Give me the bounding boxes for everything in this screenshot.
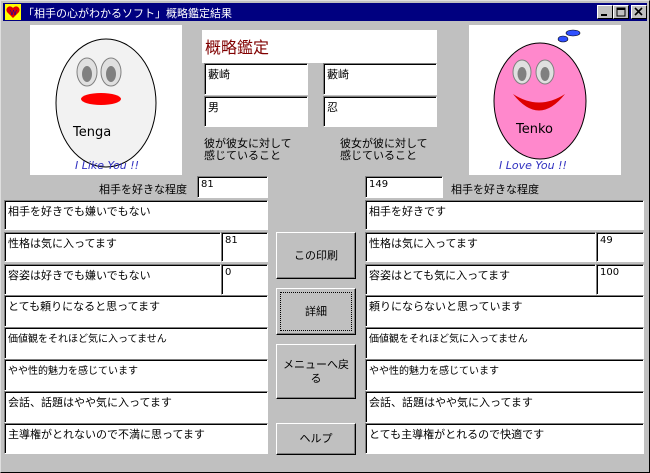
back-to-menu-label-2: る [310,371,322,385]
maximize-icon [616,7,626,17]
right-like-label: 相手を好きな程度 [451,183,539,196]
right-row-appearance: 容姿はとても気に入ってます [365,264,596,295]
title-bar[interactable]: W 「相手の心がわかるソフト」概略鑑定結果 [3,3,647,21]
right-face-caption: I Love You !! [499,159,567,172]
left-row-overall: 相手を好きでも嫌いでもない [4,200,268,230]
minimize-icon [601,14,607,16]
right-caption-line-2: 感じていること [340,149,417,162]
left-row-values: 価値観をそれほど気に入ってません [4,327,268,359]
left-face-caption: I Like You !! [75,159,140,172]
left-row-appearance: 容姿は好きでも嫌いでもない [4,264,221,295]
maximize-button[interactable] [613,5,629,19]
close-icon [634,7,643,16]
main-window: W 「相手の心がわかるソフト」概略鑑定結果 Tenga I Like You !… [0,0,650,473]
right-row-attraction: やや性的魅力を感じています [365,359,644,391]
left-personality-value: 81 [221,232,268,262]
close-button[interactable] [631,5,647,19]
left-face-name: Tenga [73,125,112,140]
left-appearance-value: 0 [221,264,268,295]
right-row-conversation: 会話、話題はやや気に入ってます [365,391,644,423]
right-face-panel: Tenko I Love You !! [469,25,621,175]
left-like-label: 相手を好きな程度 [99,183,187,196]
right-like-value: 149 [365,176,443,198]
right-surname-field: 藪崎 [323,63,437,95]
left-row-attraction: やや性的魅力を感じています [4,359,268,391]
window-title: 「相手の心がわかるソフト」概略鑑定結果 [23,7,232,20]
tenko-face-image [493,29,587,160]
right-given-name-field: 忍 [323,96,437,127]
left-row-reliability: とても頼りになると思ってます [4,295,268,327]
right-row-personality: 性格は気に入ってます [365,232,596,262]
back-to-menu-button[interactable]: メニューへ戻 る [276,344,356,399]
back-to-menu-label-1: メニューへ戻 [283,357,349,371]
app-heart-icon: W [5,4,21,20]
help-button[interactable]: ヘルプ [276,423,356,455]
detail-button[interactable]: 詳細 [276,288,356,335]
left-surname-field: 藪崎 [204,63,308,95]
left-row-personality: 性格は気に入ってます [4,232,221,262]
right-row-reliability: 頼りにならないと思っています [365,295,644,327]
right-face-name: Tenko [516,122,553,137]
left-row-conversation: 会話、話題はやや気に入ってます [4,391,268,423]
left-given-name-field: 男 [204,96,308,127]
left-like-value: 81 [197,176,268,198]
left-face-panel: Tenga I Like You !! [30,25,182,175]
right-appearance-value: 100 [596,264,644,295]
right-row-overall: 相手を好きです [365,200,644,230]
right-row-initiative: とても主導権がとれるので快適です [365,423,644,454]
svg-text:W: W [10,9,17,17]
left-row-initiative: 主導権がとれないので不満に思ってます [4,423,268,454]
page-title: 概略鑑定 [205,38,270,57]
right-row-values: 価値観をそれほど気に入ってません [365,327,644,359]
tenga-face-image [55,38,157,168]
left-caption-line-2: 感じていること [204,149,281,162]
minimize-button[interactable] [597,5,613,19]
header-title-panel: 概略鑑定 [202,30,437,63]
right-personality-value: 49 [596,232,644,262]
print-button[interactable]: この印刷 [276,232,356,279]
